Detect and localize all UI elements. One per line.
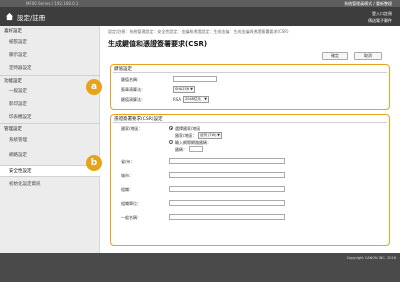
sidebar-item-display[interactable]: 顯示設定 (0, 50, 100, 62)
csr-settings-section: 憑證簽署要求(CSR)設定 國家/地區： 選擇國家/地區 國家/地區： 台灣 (… (110, 114, 390, 246)
footer: Copyright CANON INC. 2016 (0, 253, 400, 282)
key-alg-prefix: RSA (173, 97, 182, 102)
common-name-label: 一般名稱： (121, 215, 141, 220)
select-country-radio[interactable] (169, 126, 173, 130)
breadcrumb: 設定/註冊：系統管理設定：安全性設定：金鑰和憑證設定：生成金鑰：生成金鑰與憑證簽… (108, 29, 289, 34)
country-label: 國家/地區： (121, 126, 143, 131)
device-host-text: MF00 Series / 192.168.0.1 (26, 1, 79, 6)
sidebar-item-copy[interactable]: 影印設定 (0, 99, 100, 111)
settings-home-icon[interactable] (5, 12, 14, 21)
organization-label: 組織： (121, 187, 133, 192)
sidebar: 喜好設定 紙張設定 顯示設定 定時器設定 功能設定 一般設定 影印設定 印表機設… (0, 26, 100, 253)
callout-badge-b: b (86, 155, 102, 171)
common-name-input[interactable] (169, 214, 285, 220)
callout-badge-a: a (86, 79, 102, 95)
cancel-button[interactable]: 取消 (354, 52, 382, 60)
key-settings-section: 鍵值設定 鍵值名稱： 簽章演算法： SHA256 ▼ 鍵值演算法： RSA 204… (110, 64, 390, 110)
sidebar-heading-management: 管理設定 (0, 123, 100, 135)
chevron-down-icon: ▼ (190, 87, 193, 91)
state-input[interactable] (169, 158, 285, 164)
country-field-label: 國家/地區： (175, 133, 197, 138)
sidebar-item-reset[interactable]: 初始化設定資訊 (0, 179, 100, 191)
sidebar-item-paper[interactable]: 紙張設定 (0, 37, 100, 49)
signature-alg-label: 簽章演算法： (121, 87, 145, 92)
sidebar-item-security[interactable]: 安全性設定 (0, 165, 100, 177)
country-code-input[interactable] (189, 146, 203, 152)
sidebar-item-general[interactable]: 一般設定 (0, 86, 100, 98)
login-link[interactable]: 登入口註冊 (372, 11, 392, 17)
sidebar-item-network[interactable]: 網路設定 (0, 150, 100, 162)
key-alg-label: 鍵值演算法： (121, 97, 145, 102)
key-name-label: 鍵值名稱： (121, 77, 141, 82)
organization-input[interactable] (169, 186, 285, 192)
top-status-bar: MF00 Series / 192.168.0.1 系統管理員模式 / 重新整理 (0, 0, 400, 7)
chevron-down-icon: ▼ (217, 133, 220, 137)
signature-alg-select[interactable]: SHA256 ▼ (173, 86, 195, 93)
sidebar-item-timer[interactable]: 定時器設定 (0, 63, 100, 75)
org-unit-input[interactable] (169, 200, 285, 206)
input-code-radio[interactable] (169, 140, 173, 144)
country-select[interactable]: 台灣 (TW) ▼ (198, 132, 222, 139)
mail-link[interactable]: 傳送電子郵件 (368, 18, 392, 24)
page-title: 生成鍵值和憑證簽署要求(CSR) (108, 40, 208, 48)
app-title: 設定/註冊 (17, 14, 46, 22)
key-name-input[interactable] (173, 76, 217, 82)
chevron-down-icon: ▼ (204, 97, 207, 101)
city-input[interactable] (169, 172, 285, 178)
section-divider (113, 122, 387, 123)
key-alg-select[interactable]: 2048位元 ▼ (183, 96, 209, 103)
org-unit-label: 組織單位： (121, 201, 141, 206)
city-label: 城市： (121, 173, 133, 178)
state-label: 省/州： (121, 159, 135, 164)
ok-button[interactable]: 確定 (322, 52, 348, 60)
section-divider (113, 72, 387, 73)
select-country-radio-label: 選擇國家/地區 (175, 126, 201, 131)
sidebar-item-system[interactable]: 系統管理 (0, 135, 100, 147)
country-code-label: 國碼： (175, 147, 187, 152)
copyright-text: Copyright CANON INC. 2016 (346, 256, 396, 260)
main-panel: 設定/註冊：系統管理設定：安全性設定：金鑰和憑證設定：生成金鑰：生成金鑰與憑證簽… (104, 26, 394, 253)
app-header: 設定/註冊 登入口註冊 傳送電子郵件 (0, 7, 400, 26)
